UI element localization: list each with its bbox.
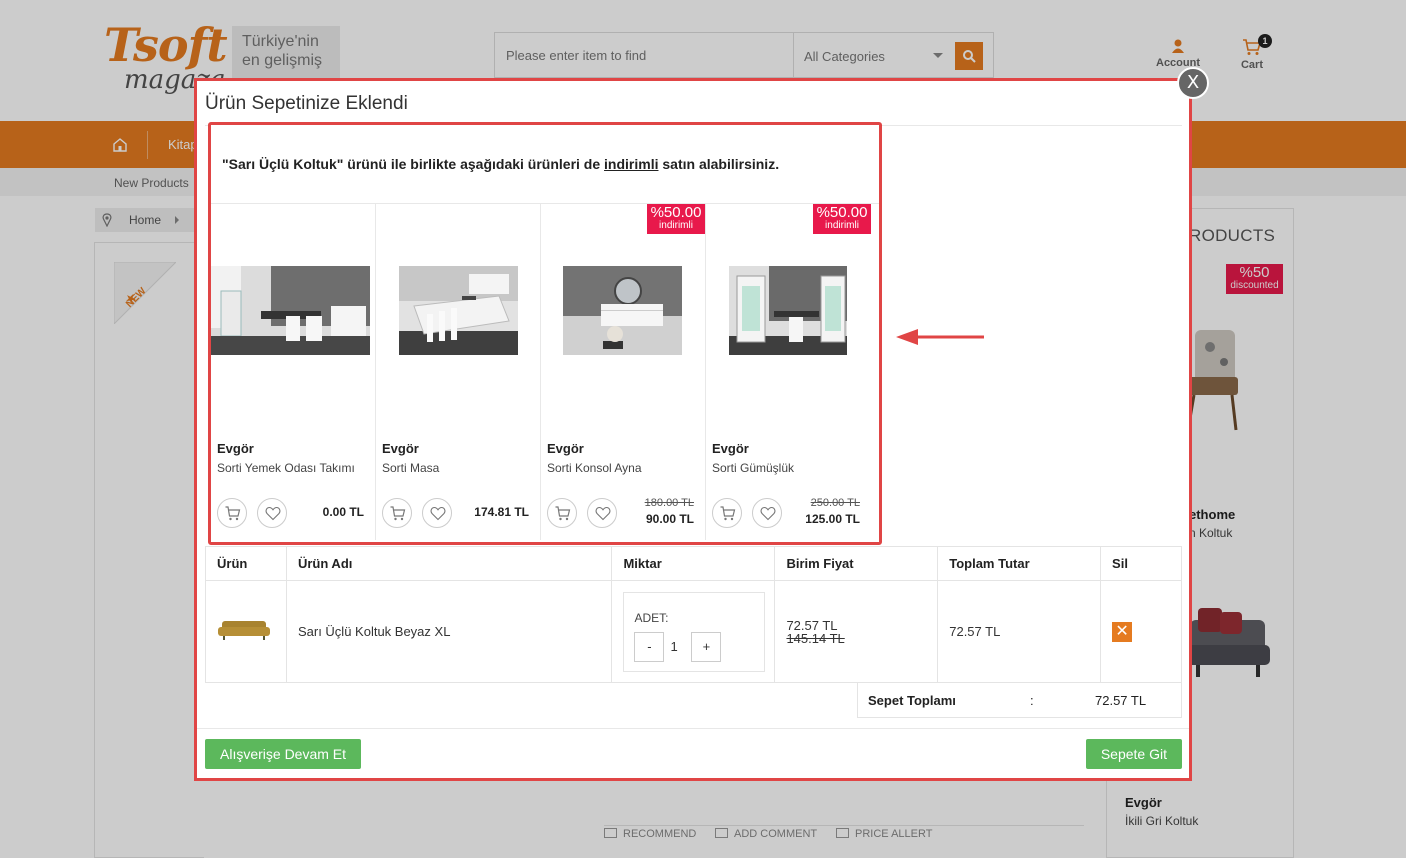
- product-brand: Evgör: [382, 441, 419, 456]
- product-name[interactable]: Sorti Masa: [382, 461, 439, 475]
- discount-link[interactable]: indirimli: [604, 156, 658, 172]
- unit-old-price: 145.14 TL: [786, 631, 845, 646]
- product-old-price: 250.00 TL: [810, 497, 860, 509]
- product-price: 174.81 TL: [474, 505, 529, 519]
- product-price: 0.00 TL: [322, 505, 364, 519]
- bundle-offer-panel: "Sarı Üçlü Koltuk" ürünü ile birlikte aş…: [208, 122, 882, 545]
- add-to-cart-button[interactable]: [547, 498, 577, 528]
- dining-table-image[interactable]: [399, 266, 518, 355]
- bundle-offer-message: "Sarı Üçlü Koltuk" ürünü ile birlikte aş…: [222, 156, 779, 172]
- heart-icon: [760, 506, 776, 521]
- bundle-msg-part1: "Sarı Üçlü Koltuk" ürünü ile birlikte aş…: [222, 156, 601, 172]
- discount-badge: %50.00 indirimli: [647, 204, 705, 234]
- quantity-label: ADET:: [634, 610, 669, 625]
- total-price-cell: 72.57 TL: [937, 580, 1102, 683]
- bundle-msg-part2: satın alabilirsiniz.: [662, 156, 780, 172]
- arrow-left-icon: [896, 329, 984, 345]
- yellow-sofa-thumbnail[interactable]: [217, 619, 271, 641]
- delete-item-button[interactable]: ✕: [1112, 621, 1133, 642]
- product-name[interactable]: Sorti Konsol Ayna: [547, 461, 642, 475]
- product-thumb-cell: [205, 580, 287, 683]
- add-to-favorites-button[interactable]: [422, 498, 452, 528]
- product-brand: Evgör: [712, 441, 749, 456]
- column-header: Ürün Adı: [285, 546, 613, 581]
- cart-icon: [555, 506, 571, 521]
- quantity-value[interactable]: 1: [670, 639, 677, 654]
- column-header: Toplam Tutar: [937, 546, 1102, 581]
- quantity-cell: ADET: - 1 +: [611, 580, 776, 683]
- product-price: 125.00 TL: [805, 512, 860, 526]
- heart-icon: [430, 506, 446, 521]
- cart-total-colon: :: [1030, 693, 1034, 708]
- table-row: Sarı Üçlü Koltuk Beyaz XL ADET: - 1 + 72…: [205, 580, 1182, 683]
- discount-badge: %50.00 indirimli: [813, 204, 871, 234]
- bundle-product-card[interactable]: %50.00 indirimli Evgör Sorti Konsol Ayna…: [541, 204, 706, 540]
- column-header: Ürün: [205, 546, 287, 581]
- decrease-quantity-button[interactable]: -: [634, 631, 665, 662]
- close-button[interactable]: X: [1177, 67, 1209, 99]
- add-to-favorites-button[interactable]: [587, 498, 617, 528]
- cart-icon: [390, 506, 406, 521]
- discount-badge-pct: %50.00: [816, 204, 868, 221]
- added-to-cart-modal: Ürün Sepetinize Eklendi X "Sarı Üçlü Kol…: [194, 67, 1209, 781]
- product-brand: Evgör: [217, 441, 254, 456]
- heart-icon: [265, 506, 281, 521]
- product-name-cell[interactable]: Sarı Üçlü Koltuk Beyaz XL: [285, 580, 613, 683]
- discount-badge-text: indirimli: [659, 220, 693, 231]
- product-price: 90.00 TL: [645, 512, 694, 526]
- cart-table: Ürün Ürün Adı Miktar Birim Fiyat Toplam …: [205, 546, 1182, 683]
- add-to-cart-button[interactable]: [382, 498, 412, 528]
- bundle-product-card[interactable]: Evgör Sorti Masa 174.81 TL: [376, 204, 541, 540]
- discount-badge-pct: %50.00: [650, 204, 702, 221]
- add-to-cart-button[interactable]: [217, 498, 247, 528]
- dining-room-set-image[interactable]: [211, 266, 370, 355]
- delete-cell: ✕: [1100, 580, 1182, 683]
- cart-total-value: 72.57 TL: [1095, 693, 1147, 708]
- column-header: Sil: [1100, 546, 1182, 581]
- cart-table-header: Ürün Ürün Adı Miktar Birim Fiyat Toplam …: [205, 546, 1182, 581]
- continue-shopping-button[interactable]: Alışverişe Devam Et: [205, 739, 362, 769]
- modal-footer-divider: [197, 728, 1189, 729]
- add-to-cart-button[interactable]: [712, 498, 742, 528]
- column-header: Miktar: [611, 546, 776, 581]
- modal-title: Ürün Sepetinize Eklendi: [205, 93, 408, 114]
- add-to-favorites-button[interactable]: [752, 498, 782, 528]
- increase-quantity-button[interactable]: +: [691, 631, 722, 662]
- bundle-product-card[interactable]: Evgör Sorti Yemek Odası Takımı 0.00 TL: [211, 204, 376, 540]
- product-name[interactable]: Sorti Gümüşlük: [712, 461, 794, 475]
- cart-total-row: Sepet Toplamı : 72.57 TL: [857, 682, 1182, 718]
- display-cabinet-image[interactable]: [729, 266, 847, 355]
- cart-icon: [720, 506, 736, 521]
- discount-badge-text: indirimli: [825, 220, 859, 231]
- product-brand: Evgör: [547, 441, 584, 456]
- cart-icon: [225, 506, 241, 521]
- quantity-stepper: ADET: - 1 +: [623, 591, 766, 672]
- add-to-favorites-button[interactable]: [257, 498, 287, 528]
- go-to-cart-button[interactable]: Sepete Git: [1085, 739, 1182, 769]
- heart-icon: [595, 506, 611, 521]
- console-mirror-image[interactable]: [563, 266, 682, 355]
- column-header: Birim Fiyat: [774, 546, 939, 581]
- bundle-product-card[interactable]: %50.00 indirimli Evgör Sorti Gümüşlük 25…: [706, 204, 871, 540]
- unit-price-cell: 72.57 TL 145.14 TL: [774, 580, 939, 683]
- product-old-price: 180.00 TL: [644, 497, 694, 509]
- cart-total-label: Sepet Toplamı: [868, 693, 956, 708]
- product-name[interactable]: Sorti Yemek Odası Takımı: [217, 461, 355, 475]
